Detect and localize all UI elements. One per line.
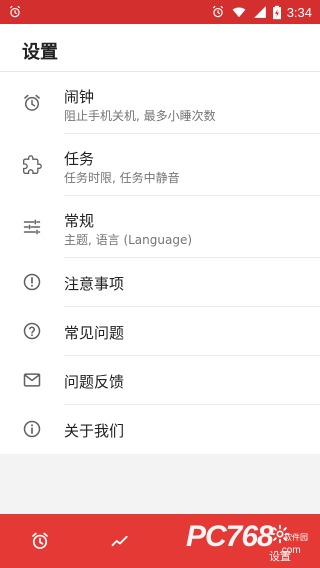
setting-title: 闹钟 — [64, 88, 95, 106]
setting-item-feedback[interactable]: 问题反馈 — [0, 356, 320, 405]
setting-title: 常规 — [64, 212, 95, 230]
alarm-clock-icon — [24, 94, 40, 111]
setting-title: 任务 — [64, 150, 95, 168]
setting-item-alarm[interactable]: 闹钟 阻止手机关机, 最多小睡次数 — [0, 72, 320, 134]
setting-subtitle: 主题, 语言 (Language) — [64, 233, 193, 247]
nav-tab-stats[interactable] — [80, 514, 160, 568]
watermark-logo: PC768 — [186, 520, 274, 553]
watermark-sub: 软件园 — [284, 533, 308, 542]
info-circle-icon — [23, 420, 41, 438]
battery-charging-icon — [272, 5, 281, 19]
wifi-icon — [232, 7, 246, 18]
signal-icon — [253, 6, 266, 18]
setting-title: 注意事项 — [64, 275, 125, 293]
tune-icon — [23, 219, 41, 235]
trend-chart-icon — [111, 535, 128, 547]
alarm-icon — [9, 5, 21, 18]
setting-item-faq[interactable]: 常见问题 — [0, 307, 320, 356]
mail-icon — [23, 373, 41, 387]
alarm-icon — [212, 5, 223, 18]
watermark-domain: .com — [279, 545, 301, 556]
help-circle-icon — [23, 322, 41, 340]
setting-item-about[interactable]: 关于我们 — [0, 405, 320, 454]
setting-item-general[interactable]: 常规 主题, 语言 (Language) — [0, 196, 320, 258]
alarm-tab-icon — [32, 532, 48, 549]
nav-tab-alarm[interactable] — [0, 514, 80, 568]
setting-title: 关于我们 — [64, 422, 125, 440]
settings-panel: 设置 闹钟 阻止手机关机, 最多小睡次数 任务 任务时限, 任务中静音 常规 主… — [0, 24, 320, 454]
clock-time: 3:34 — [286, 4, 312, 20]
setting-subtitle: 阻止手机关机, 最多小睡次数 — [64, 109, 216, 123]
setting-subtitle: 任务时限, 任务中静音 — [64, 171, 180, 185]
page-title: 设置 — [22, 42, 58, 63]
alert-circle-icon — [23, 273, 41, 291]
setting-item-task[interactable]: 任务 任务时限, 任务中静音 — [0, 134, 320, 196]
setting-item-notes[interactable]: 注意事项 — [0, 258, 320, 307]
puzzle-icon — [23, 155, 42, 174]
setting-title: 常见问题 — [64, 324, 125, 342]
status-bar: 3:34 — [0, 0, 320, 24]
setting-title: 问题反馈 — [64, 373, 125, 391]
